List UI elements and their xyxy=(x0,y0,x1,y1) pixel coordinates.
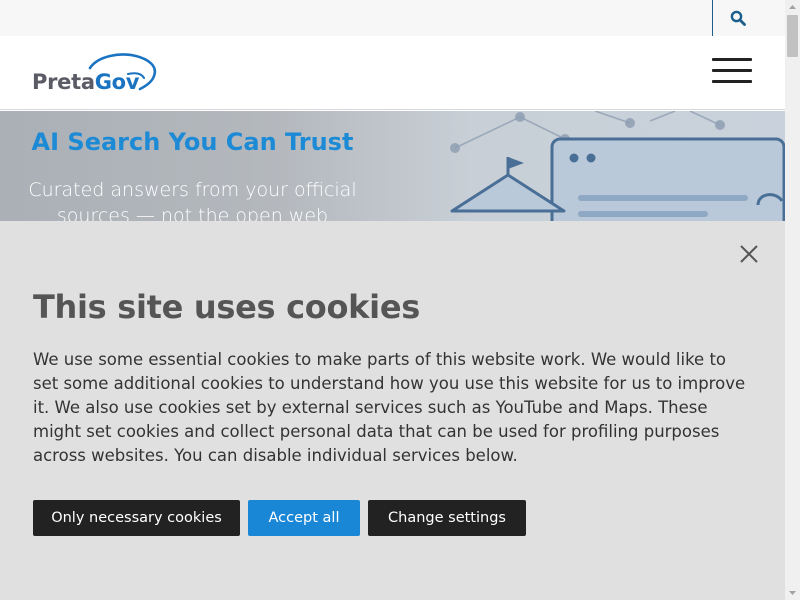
cookie-title: This site uses cookies xyxy=(33,288,420,326)
search-button[interactable] xyxy=(713,0,763,36)
scrollbar-thumb[interactable] xyxy=(787,15,798,57)
change-settings-button[interactable]: Change settings xyxy=(368,500,526,536)
hamburger-bar xyxy=(712,69,752,72)
hamburger-menu-icon xyxy=(712,58,752,61)
pretagov-logo[interactable]: PretaGov xyxy=(32,52,158,96)
only-necessary-cookies-button[interactable]: Only necessary cookies xyxy=(33,500,240,536)
hero-illustration xyxy=(450,111,785,221)
logo-text-part1: Preta xyxy=(32,70,95,94)
scroll-down-arrow-icon[interactable] xyxy=(785,586,800,600)
site-header: PretaGov xyxy=(0,36,785,110)
utility-bar xyxy=(0,0,785,36)
hero-title: AI Search You Can Trust xyxy=(31,128,354,156)
logo-text-part2: Gov xyxy=(94,70,140,94)
accept-all-button[interactable]: Accept all xyxy=(248,500,360,536)
search-icon xyxy=(730,10,746,26)
cookie-close-button[interactable] xyxy=(737,242,761,266)
menu-button[interactable] xyxy=(712,58,752,86)
page-scrollbar[interactable] xyxy=(785,0,800,600)
close-icon xyxy=(740,245,758,263)
hero-banner: AI Search You Can Trust Curated answers … xyxy=(0,111,785,221)
hero-subtitle: Curated answers from your official sourc… xyxy=(28,179,357,221)
hamburger-bar xyxy=(712,80,752,83)
scroll-up-arrow-icon[interactable] xyxy=(785,0,800,14)
logo-wordmark: PretaGov xyxy=(32,70,139,94)
cookie-banner: This site uses cookies We use some essen… xyxy=(0,221,785,600)
cookie-description: We use some essential cookies to make pa… xyxy=(33,350,746,465)
